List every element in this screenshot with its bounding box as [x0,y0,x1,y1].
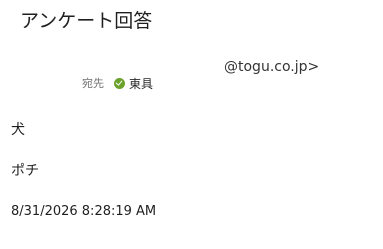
recipient-row: 宛先 東具 [82,74,153,92]
recipient-name: 東具 [129,76,154,91]
sender-address[interactable]: @togu.co.jp> [224,57,319,77]
body-line: ポチ [11,163,39,179]
recipient-chip[interactable]: 東具 [114,75,153,92]
message-subject: アンケート回答 [20,10,153,32]
recipient-label: 宛先 [82,77,104,90]
body-line: 犬 [11,122,25,138]
message-timestamp: 8/31/2026 8:28:19 AM [11,204,157,219]
check-circle-icon [114,77,125,89]
